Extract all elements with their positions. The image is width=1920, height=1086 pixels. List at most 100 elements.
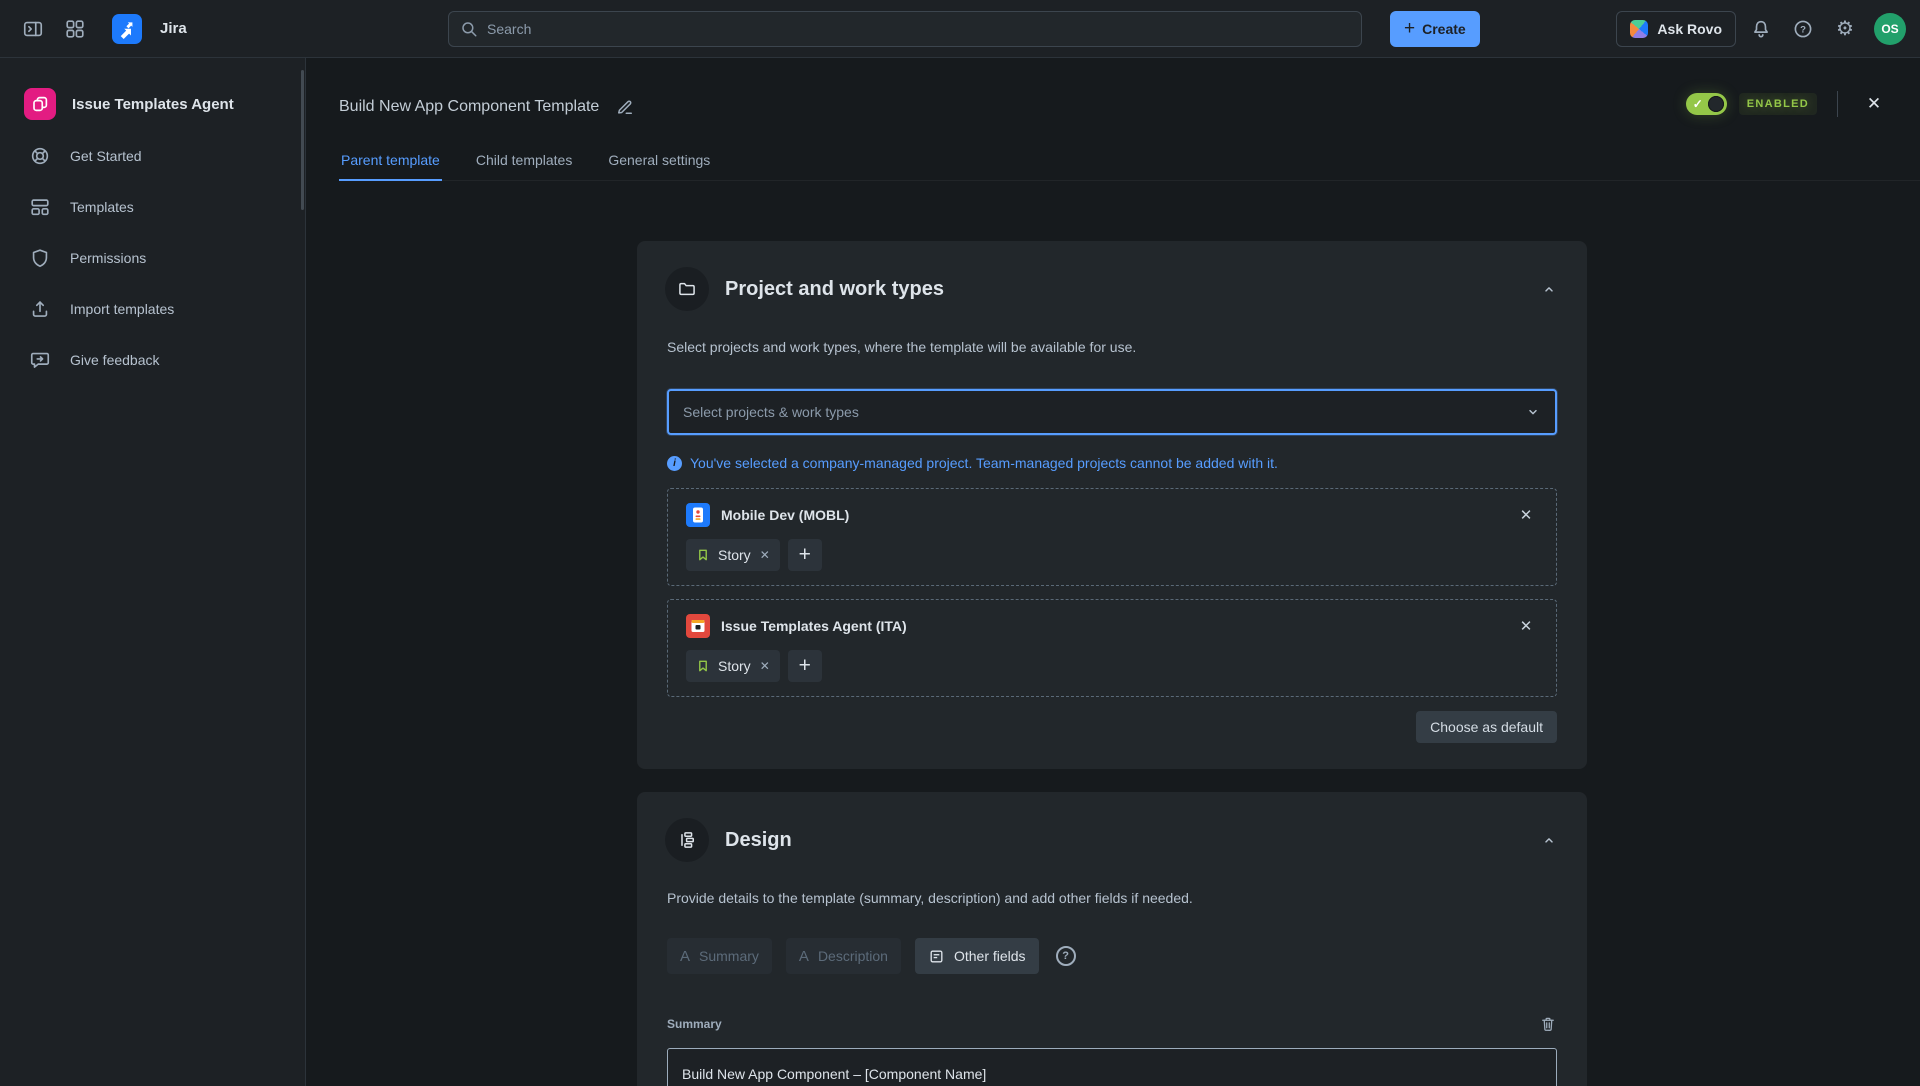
create-button-label: Create <box>1422 21 1466 37</box>
tab-child-templates[interactable]: Child templates <box>474 148 575 180</box>
templates-icon <box>28 195 52 219</box>
summary-input[interactable] <box>667 1048 1557 1086</box>
work-type-label: Story <box>718 547 751 563</box>
project-header: Mobile Dev (MOBL) ✕ <box>686 503 1538 527</box>
app-grid-icon <box>64 18 86 40</box>
card-header: Design <box>665 818 1563 862</box>
template-status-controls: ✓ ENABLED ✕ <box>1686 90 1890 118</box>
collapse-button[interactable] <box>1535 826 1563 854</box>
add-work-type-button[interactable]: + <box>788 539 822 571</box>
remove-work-type-icon[interactable]: ✕ <box>760 659 770 673</box>
plus-icon: + <box>1404 19 1415 38</box>
add-description-button: A Description <box>786 938 901 974</box>
work-type-chips: Story ✕ + <box>686 650 1538 682</box>
pencil-icon <box>615 97 635 117</box>
sidebar-item-label: Import templates <box>70 301 174 317</box>
app-switcher-button[interactable] <box>58 12 92 46</box>
sidebar-app-header: Issue Templates Agent <box>0 84 305 124</box>
other-fields-label: Other fields <box>954 948 1026 964</box>
field-buttons-row: A Summary A Description Other fields ? <box>667 938 1076 974</box>
rovo-icon <box>1630 20 1648 38</box>
settings-button[interactable]: ⚙ <box>1828 12 1862 46</box>
avatar[interactable]: OS <box>1874 13 1906 45</box>
tab-parent-template[interactable]: Parent template <box>339 148 442 181</box>
close-icon: ✕ <box>1520 617 1533 635</box>
edit-title-button[interactable] <box>612 94 638 120</box>
app-name: Jira <box>160 20 187 37</box>
shield-icon <box>28 246 52 270</box>
check-icon: ✓ <box>1693 96 1703 112</box>
text-field-icon: A <box>680 949 690 964</box>
card-title: Project and work types <box>725 278 944 301</box>
sidebar-item-import-templates[interactable]: Import templates <box>0 283 305 334</box>
help-icon[interactable]: ? <box>1056 946 1076 966</box>
sidebar-item-templates[interactable]: Templates <box>0 181 305 232</box>
search-input[interactable] <box>487 21 1350 37</box>
folder-icon <box>665 267 709 311</box>
page-header: Build New App Component Template <box>339 94 638 120</box>
ask-rovo-button[interactable]: Ask Rovo <box>1616 11 1736 47</box>
work-type-chip-story[interactable]: Story ✕ <box>686 539 780 571</box>
info-message-text: You've selected a company-managed projec… <box>690 455 1278 471</box>
remove-project-button[interactable]: ✕ <box>1514 503 1538 527</box>
sidebar-scrollbar[interactable] <box>301 70 304 210</box>
work-type-chips: Story ✕ + <box>686 539 1538 571</box>
divider <box>1837 91 1838 117</box>
summary-field-label: Summary <box>667 1017 722 1031</box>
sidebar-toggle-button[interactable] <box>16 12 50 46</box>
project-avatar-mobile-dev <box>686 503 710 527</box>
topbar-right-group: Ask Rovo ? ⚙ OS <box>1616 0 1906 58</box>
add-work-type-button[interactable]: + <box>788 650 822 682</box>
close-button[interactable]: ✕ <box>1858 88 1890 120</box>
bell-icon <box>1750 18 1772 40</box>
choose-as-default-button[interactable]: Choose as default <box>1416 711 1557 743</box>
work-type-label: Story <box>718 658 751 674</box>
other-fields-button[interactable]: Other fields <box>915 938 1039 974</box>
project-select[interactable]: Select projects & work types <box>667 389 1557 435</box>
project-name: Issue Templates Agent (ITA) <box>721 618 907 634</box>
lifebuoy-icon <box>28 144 52 168</box>
sidebar-item-give-feedback[interactable]: Give feedback <box>0 334 305 385</box>
trash-icon <box>1539 1015 1557 1033</box>
notifications-button[interactable] <box>1744 12 1778 46</box>
form-icon <box>928 948 945 965</box>
chevron-up-icon <box>1540 831 1558 849</box>
feedback-icon <box>28 348 52 372</box>
chevron-up-icon <box>1540 280 1558 298</box>
work-type-chip-story[interactable]: Story ✕ <box>686 650 780 682</box>
summary-field-header: Summary <box>667 1011 1561 1037</box>
select-placeholder: Select projects & work types <box>683 404 859 420</box>
sidebar-item-label: Templates <box>70 199 134 215</box>
design-card: Design Provide details to the template (… <box>637 792 1587 1086</box>
sidebar-item-label: Permissions <box>70 250 146 266</box>
collapse-button[interactable] <box>1535 275 1563 303</box>
info-icon: i <box>667 456 682 471</box>
card-title: Design <box>725 829 792 852</box>
project-name: Mobile Dev (MOBL) <box>721 507 849 523</box>
status-badge: ENABLED <box>1739 93 1817 115</box>
tab-general-settings[interactable]: General settings <box>606 148 712 180</box>
sidebar-item-label: Give feedback <box>70 352 160 368</box>
jira-logo-icon[interactable] <box>112 14 142 44</box>
create-button[interactable]: + Create <box>1390 11 1480 47</box>
global-search[interactable] <box>448 11 1362 47</box>
remove-project-button[interactable]: ✕ <box>1514 614 1538 638</box>
gear-icon: ⚙ <box>1836 19 1854 39</box>
delete-field-button[interactable] <box>1535 1011 1561 1037</box>
sidebar-item-get-started[interactable]: Get Started <box>0 130 305 181</box>
upload-icon <box>28 297 52 321</box>
project-header: Issue Templates Agent (ITA) ✕ <box>686 614 1538 638</box>
toggle-knob <box>1708 96 1724 112</box>
sidebar-item-permissions[interactable]: Permissions <box>0 232 305 283</box>
remove-work-type-icon[interactable]: ✕ <box>760 548 770 562</box>
svg-text:?: ? <box>1800 24 1806 35</box>
project-avatar-ita <box>686 614 710 638</box>
close-icon: ✕ <box>1520 506 1533 524</box>
outline-tree-icon <box>665 818 709 862</box>
enabled-toggle[interactable]: ✓ <box>1686 93 1727 115</box>
help-button[interactable]: ? <box>1786 12 1820 46</box>
add-summary-label: Summary <box>699 948 759 964</box>
info-message: i You've selected a company-managed proj… <box>667 455 1278 471</box>
sidebar-toggle-icon <box>22 18 44 40</box>
selected-project-row: Mobile Dev (MOBL) ✕ Story ✕ + <box>667 488 1557 586</box>
